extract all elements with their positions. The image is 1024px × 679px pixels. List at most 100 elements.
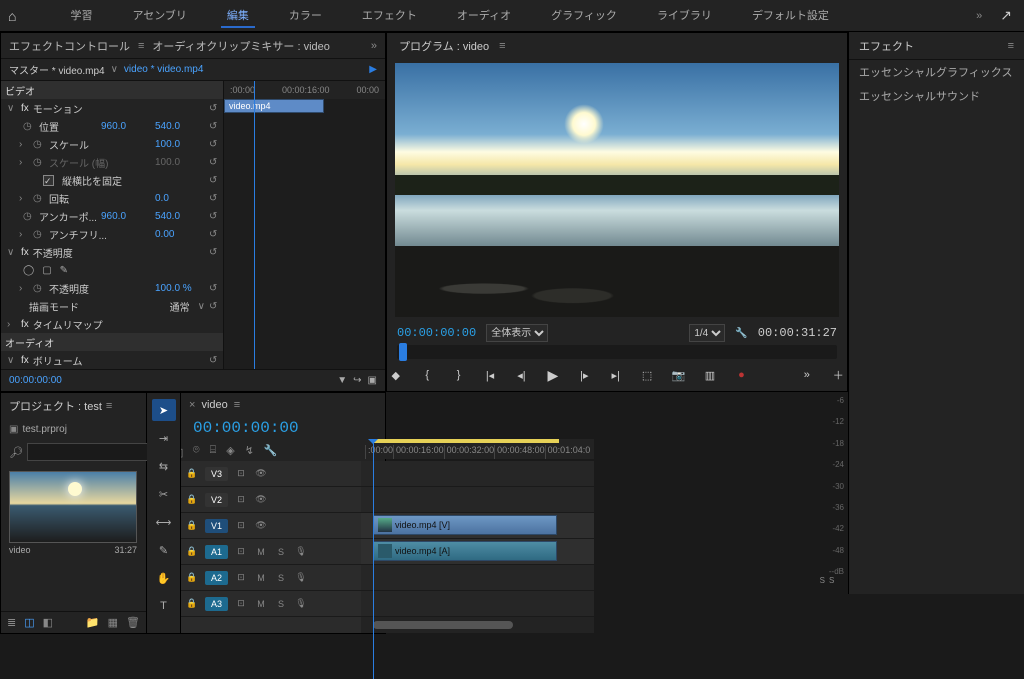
track-lane-a1[interactable]: video.mp4 [A] xyxy=(361,539,594,565)
new-item-icon[interactable]: ▦ xyxy=(108,616,118,629)
essential-sound-item[interactable]: エッセンシャルサウンド xyxy=(849,84,1024,108)
reset-icon[interactable]: ↺ xyxy=(209,139,223,150)
keyframe-stopwatch-icon[interactable]: ◷ xyxy=(33,193,45,204)
settings-icon[interactable]: ↯ xyxy=(245,444,254,457)
keyframe-stopwatch-icon[interactable]: ◷ xyxy=(33,139,45,150)
ws-tab-graphics[interactable]: グラフィック xyxy=(545,4,623,28)
reset-icon[interactable]: ↺ xyxy=(209,121,223,132)
ws-tab-audio[interactable]: オーディオ xyxy=(451,4,517,28)
lift-icon[interactable]: ⬚ xyxy=(638,366,655,384)
track-select-tool[interactable]: ⇥ xyxy=(152,427,176,449)
volume-section[interactable]: ボリューム xyxy=(33,353,205,368)
playhead-icon[interactable]: ▶ xyxy=(369,64,377,75)
opacity-value[interactable]: 100.0 % xyxy=(155,283,205,294)
track-lane-a3[interactable] xyxy=(361,591,594,617)
reset-icon[interactable]: ↺ xyxy=(209,247,223,258)
lock-icon[interactable]: 🔒 xyxy=(185,572,199,583)
position-x[interactable]: 960.0 xyxy=(101,121,151,132)
effects-panel-title[interactable]: エフェクト xyxy=(859,38,914,54)
pen-tool[interactable]: ✎ xyxy=(152,539,176,561)
play-button[interactable]: ▶ xyxy=(544,366,561,384)
go-to-out-icon[interactable]: ▸| xyxy=(607,366,624,384)
ws-tab-color[interactable]: カラー xyxy=(283,4,328,28)
ec-timecode[interactable]: 00:00:00:00 xyxy=(9,375,62,386)
eye-icon[interactable]: ⊡ xyxy=(234,520,248,531)
type-tool[interactable]: T xyxy=(152,595,176,617)
search-icon[interactable]: 🔎︎ xyxy=(9,446,23,459)
program-monitor-title[interactable]: プログラム : video xyxy=(395,35,493,57)
solo-l[interactable]: S xyxy=(820,576,825,590)
lock-icon[interactable]: 🔒 xyxy=(185,598,199,609)
audio-clip[interactable]: video.mp4 [A] xyxy=(373,541,557,561)
sequence-tab[interactable]: video xyxy=(201,399,227,411)
bin-icon[interactable]: ▣ xyxy=(9,424,18,435)
record-icon[interactable]: ● xyxy=(733,366,750,384)
keyframe-stopwatch-icon[interactable]: ◷ xyxy=(33,229,45,240)
timeline-playhead[interactable] xyxy=(373,439,374,679)
uniform-scale-checkbox[interactable] xyxy=(43,175,54,186)
panel-menu-icon[interactable] xyxy=(499,40,505,52)
program-out-timecode[interactable]: 00:00:31:27 xyxy=(758,326,837,340)
hand-tool[interactable]: ✋ xyxy=(152,567,176,589)
ec-mini-timeline[interactable]: :00:0000:00:16:0000:00 video.mp4 xyxy=(223,81,385,369)
project-panel-title[interactable]: プロジェクト : test xyxy=(9,398,102,414)
scale-value[interactable]: 100.0 xyxy=(155,139,205,150)
ws-tab-learn[interactable]: 学習 xyxy=(64,4,98,28)
opacity-section[interactable]: 不透明度 xyxy=(33,245,205,260)
slip-tool[interactable]: ⟷ xyxy=(152,511,176,533)
go-to-in-icon[interactable]: |◂ xyxy=(481,366,498,384)
export-icon[interactable]: ↪ xyxy=(353,375,361,386)
blend-mode-select[interactable]: 通常 xyxy=(170,299,190,314)
timeline-timecode[interactable]: 00:00:00:00 xyxy=(181,417,361,439)
lock-icon[interactable]: 🔒 xyxy=(185,468,199,479)
anchor-y[interactable]: 540.0 xyxy=(155,211,205,222)
eye-icon[interactable]: ⊡ xyxy=(234,494,248,505)
ws-tab-edit[interactable]: 編集 xyxy=(221,4,255,28)
out-point-icon[interactable]: } xyxy=(450,366,467,384)
in-point-icon[interactable]: { xyxy=(418,366,435,384)
ec-playhead[interactable] xyxy=(254,81,255,369)
program-monitor[interactable] xyxy=(395,63,839,317)
icon-view-icon[interactable]: ◫ xyxy=(24,616,34,629)
fit-dropdown[interactable]: 全体表示 xyxy=(486,324,548,342)
overflow-icon[interactable]: » xyxy=(371,40,377,52)
essential-graphics-item[interactable]: エッセンシャルグラフィックス xyxy=(849,60,1024,84)
ripple-tool[interactable]: ⇆ xyxy=(152,455,176,477)
track-lane-a2[interactable] xyxy=(361,565,594,591)
step-back-icon[interactable]: ◂| xyxy=(513,366,530,384)
track-lane-v2[interactable] xyxy=(361,487,594,513)
trash-icon[interactable]: 🗑 xyxy=(126,616,140,629)
resolution-dropdown[interactable]: 1/4 xyxy=(689,324,725,342)
work-area-bar[interactable] xyxy=(373,439,559,443)
marker-icon[interactable]: ◈ xyxy=(226,444,234,457)
ws-tab-assembly[interactable]: アセンブリ xyxy=(126,4,192,28)
sequence-clip-label[interactable]: video * video.mp4 xyxy=(124,64,204,75)
eye-icon[interactable]: 👁 xyxy=(254,468,268,479)
reset-icon[interactable]: ↺ xyxy=(209,229,223,240)
reset-icon[interactable]: ↺ xyxy=(209,193,223,204)
program-scrubber[interactable] xyxy=(397,345,837,359)
ws-tab-library[interactable]: ライブラリ xyxy=(651,4,718,28)
position-y[interactable]: 540.0 xyxy=(155,121,205,132)
overflow-icon[interactable]: » xyxy=(976,10,982,22)
ellipse-mask-icon[interactable]: ◯ xyxy=(23,265,34,276)
reset-icon[interactable]: ↺ xyxy=(209,355,223,366)
export-frame-icon[interactable]: 📷 xyxy=(670,366,687,384)
keyframe-stopwatch-icon[interactable]: ◷ xyxy=(33,283,45,294)
lock-icon[interactable]: 🔒 xyxy=(185,546,199,557)
list-view-icon[interactable]: ≣ xyxy=(7,616,16,629)
new-bin-icon[interactable]: 📁 xyxy=(86,616,100,629)
ws-tab-default[interactable]: デフォルト設定 xyxy=(746,4,835,28)
panel-menu-icon[interactable] xyxy=(234,399,240,411)
track-v2[interactable]: V2 xyxy=(205,493,228,507)
rotation-value[interactable]: 0.0 xyxy=(155,193,205,204)
reset-icon[interactable]: ↺ xyxy=(209,211,223,222)
program-in-timecode[interactable]: 00:00:00:00 xyxy=(397,326,476,340)
link-icon[interactable]: ⌸ xyxy=(210,444,217,457)
step-forward-icon[interactable]: |▸ xyxy=(576,366,593,384)
master-clip-label[interactable]: マスター * video.mp4 xyxy=(9,62,105,77)
motion-section[interactable]: モーション xyxy=(33,101,205,116)
track-a2[interactable]: A2 xyxy=(205,571,228,585)
filter-icon[interactable]: ▼ xyxy=(337,375,347,386)
project-file[interactable]: test.prproj xyxy=(22,424,66,435)
